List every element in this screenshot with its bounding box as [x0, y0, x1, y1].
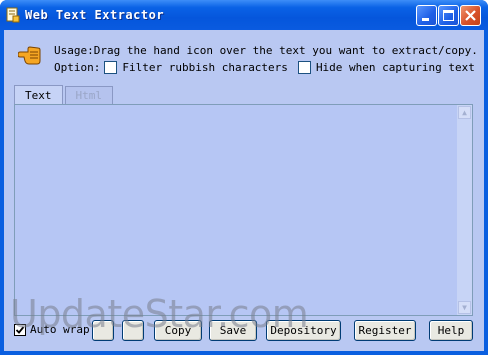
hide-capturing-label[interactable]: Hide when capturing text: [316, 61, 475, 74]
extracted-text-area[interactable]: ▲ ▼: [14, 104, 473, 316]
option-label: Option:: [54, 61, 101, 74]
auto-wrap-checkbox[interactable]: [14, 323, 26, 336]
toolbar-button-1[interactable]: [92, 320, 114, 341]
register-button[interactable]: Register: [354, 320, 416, 341]
app-window: Web Text Extractor Usage:Drag the hand i…: [0, 0, 488, 355]
window-title: Web Text Extractor: [25, 8, 165, 22]
copy-button[interactable]: Copy: [154, 320, 202, 341]
maximize-icon: [443, 10, 454, 21]
options-row: Option: Filter rubbish characters Hide w…: [54, 61, 485, 74]
tab-strip: Text Html: [14, 85, 113, 104]
close-button[interactable]: [460, 5, 481, 26]
minimize-button[interactable]: [416, 5, 437, 26]
checkmark-icon: [15, 325, 25, 334]
vertical-scrollbar[interactable]: ▲ ▼: [457, 105, 472, 315]
filter-rubbish-label[interactable]: Filter rubbish characters: [122, 61, 288, 74]
client-area: Usage:Drag the hand icon over the text y…: [4, 30, 484, 351]
app-icon: [5, 7, 21, 23]
depository-button[interactable]: Depository: [266, 320, 341, 341]
usage-panel: Usage:Drag the hand icon over the text y…: [4, 30, 484, 80]
maximize-button[interactable]: [438, 5, 459, 26]
tab-text[interactable]: Text: [14, 85, 63, 104]
tab-html[interactable]: Html: [64, 86, 113, 104]
auto-wrap-control[interactable]: Auto wrap: [14, 323, 90, 336]
pointing-hand-icon[interactable]: [17, 44, 44, 68]
auto-wrap-label[interactable]: Auto wrap: [30, 323, 90, 336]
help-button[interactable]: Help: [429, 320, 473, 341]
bottom-toolbar: Auto wrap Copy Save Depository Register …: [4, 318, 484, 342]
filter-rubbish-checkbox[interactable]: [104, 61, 118, 74]
usage-text: Usage:Drag the hand icon over the text y…: [54, 44, 478, 57]
scroll-up-arrow-icon[interactable]: ▲: [458, 106, 471, 119]
save-button[interactable]: Save: [209, 320, 257, 341]
toolbar-button-2[interactable]: [122, 320, 144, 341]
minimize-icon: [422, 18, 429, 21]
title-bar[interactable]: Web Text Extractor: [0, 0, 488, 30]
hide-capturing-checkbox[interactable]: [297, 61, 311, 74]
close-icon: [465, 10, 476, 21]
scroll-down-arrow-icon[interactable]: ▼: [458, 301, 471, 314]
